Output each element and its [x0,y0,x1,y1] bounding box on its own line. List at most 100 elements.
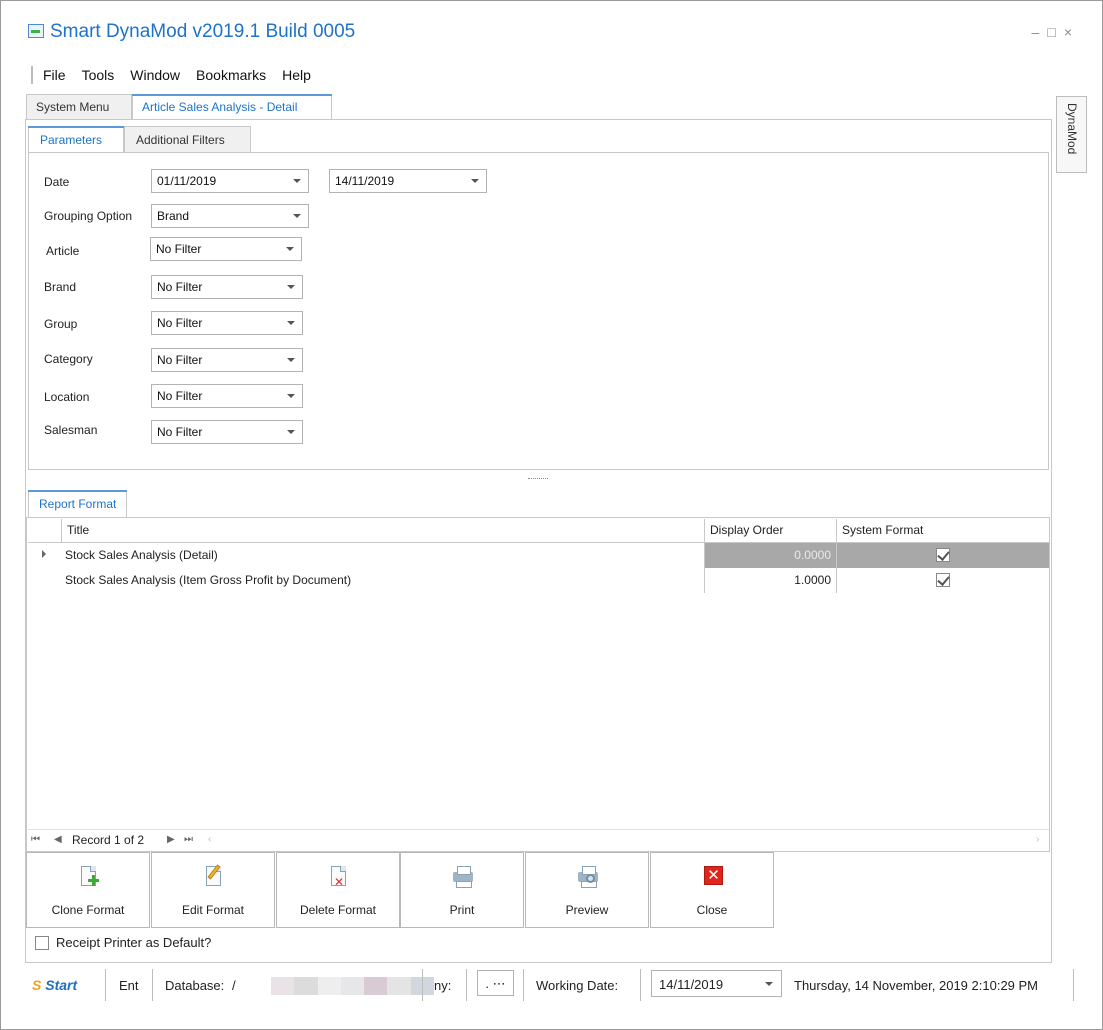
group-combo[interactable]: No Filter [151,311,303,335]
date-to-value: 14/11/2019 [335,174,395,188]
date-label: Date [44,175,70,189]
grouping-option-label: Grouping Option [44,209,133,223]
preview-button[interactable]: Preview [525,852,649,928]
menu-window[interactable]: Window [130,67,180,83]
tab-additional-filters[interactable]: Additional Filters [124,126,251,153]
title-bar: Smart DynaMod v2019.1 Build 0005 –□× [1,1,1102,57]
salesman-value: No Filter [157,425,203,439]
tab-article-sales-analysis[interactable]: Article Sales Analysis - Detail [132,94,332,120]
clone-format-icon [79,866,99,888]
status-separator [422,969,423,1001]
preview-magnifier-icon [578,866,598,888]
table-row[interactable]: Stock Sales Analysis (Item Gross Profit … [28,568,1049,593]
database-value: / [232,978,236,993]
location-value: No Filter [157,389,203,403]
status-timestamp: Thursday, 14 November, 2019 2:10:29 PM [794,978,1039,993]
system-format-checkbox[interactable] [936,548,950,562]
column-header-display-order[interactable]: Display Order [704,519,836,543]
company-browse-button[interactable]: . ⋯ [477,970,514,996]
table-row[interactable]: Stock Sales Analysis (Detail) 0.0000 [28,543,1049,568]
edit-format-icon [204,864,224,888]
print-button[interactable]: Print [400,852,524,928]
row-display-order-cell: 1.0000 [704,568,836,593]
panel-splitter[interactable] [528,478,548,479]
article-combo[interactable]: No Filter [150,237,302,261]
brand-combo[interactable]: No Filter [151,275,303,299]
row-indicator-icon [42,550,46,558]
status-separator [1073,969,1074,1001]
preview-label: Preview [565,903,609,917]
chevron-down-icon [293,179,301,183]
status-separator [152,969,153,1001]
salesman-combo[interactable]: No Filter [151,420,303,444]
status-bar: S Start Ent Database: / ny: . ⋯ Working … [26,967,1078,1003]
chevron-down-icon [287,394,295,398]
tab-system-menu[interactable]: System Menu [26,94,132,120]
column-header-system-format[interactable]: System Format [836,519,1049,543]
menu-bookmarks[interactable]: Bookmarks [196,67,266,83]
row-title-cell: Stock Sales Analysis (Item Gross Profit … [65,573,352,587]
chevron-down-icon [765,982,773,986]
location-combo[interactable]: No Filter [151,384,303,408]
group-value: No Filter [157,316,203,330]
column-header-title[interactable]: Title [61,519,704,543]
group-label: Group [44,317,78,331]
menu-help[interactable]: Help [282,67,311,83]
close-button[interactable]: ✕ Close [650,852,774,928]
menu-tools[interactable]: Tools [82,67,115,83]
delete-format-button[interactable]: ✕ Delete Format [276,852,400,928]
chevron-down-icon [287,358,295,362]
row-title-cell: Stock Sales Analysis (Detail) [65,548,218,562]
window-title: Smart DynaMod v2019.1 Build 0005 [50,21,356,42]
edit-format-label: Edit Format [181,903,244,917]
minimize-icon[interactable]: – [1032,24,1048,40]
database-name-redacted [271,977,434,995]
scroll-right-icon[interactable]: › [1036,834,1039,845]
salesman-label: Salesman [44,423,98,437]
chevron-down-icon [293,214,301,218]
working-date-label: Working Date: [536,978,619,993]
date-to-combo[interactable]: 14/11/2019 [329,169,487,193]
category-combo[interactable]: No Filter [151,348,303,372]
chevron-down-icon [287,285,295,289]
scroll-left-icon[interactable]: ‹ [208,834,211,845]
edit-format-button[interactable]: Edit Format [151,852,275,928]
dynamod-side-tab[interactable]: DynaMod [1056,96,1087,173]
article-label: Article [46,244,80,258]
tab-report-format[interactable]: Report Format [28,490,128,518]
working-date-value: 14/11/2019 [659,977,724,992]
row-display-order-cell: 0.0000 [704,543,836,568]
system-format-checkbox[interactable] [936,573,950,587]
window-controls: –□× [1032,24,1080,40]
grouping-option-combo[interactable]: Brand [151,204,309,228]
receipt-printer-checkbox[interactable] [35,936,49,950]
company-label: ny: [434,978,452,993]
database-label: Database: [165,978,225,993]
next-record-icon[interactable]: ▶ [167,834,175,845]
app-logo-icon [28,24,44,38]
menu-file[interactable]: File [43,67,66,83]
date-from-combo[interactable]: 01/11/2019 [151,169,309,193]
working-date-combo[interactable]: 14/11/2019 [651,970,782,997]
delete-format-label: Delete Format [299,903,377,917]
date-from-value: 01/11/2019 [157,174,217,188]
tab-parameters[interactable]: Parameters [28,126,124,153]
status-separator [523,969,524,1001]
close-icon[interactable]: × [1064,24,1080,40]
start-logo: S Start [32,977,78,993]
article-value: No Filter [156,242,202,256]
first-record-icon[interactable]: ⏮ [31,834,40,845]
category-value: No Filter [157,353,203,367]
ent-label: Ent [119,978,139,993]
last-record-icon[interactable]: ⏭ [184,834,193,845]
receipt-printer-label: Receipt Printer as Default? [56,935,212,950]
status-separator [466,969,467,1001]
row-system-format-cell [836,543,1049,568]
location-label: Location [44,390,90,404]
close-red-x-icon: ✕ [703,866,723,888]
clone-format-button[interactable]: Clone Format [26,852,150,928]
clone-format-label: Clone Format [51,903,125,917]
chevron-down-icon [287,430,295,434]
previous-record-icon[interactable]: ◀ [54,834,62,845]
maximize-icon[interactable]: □ [1047,24,1063,40]
